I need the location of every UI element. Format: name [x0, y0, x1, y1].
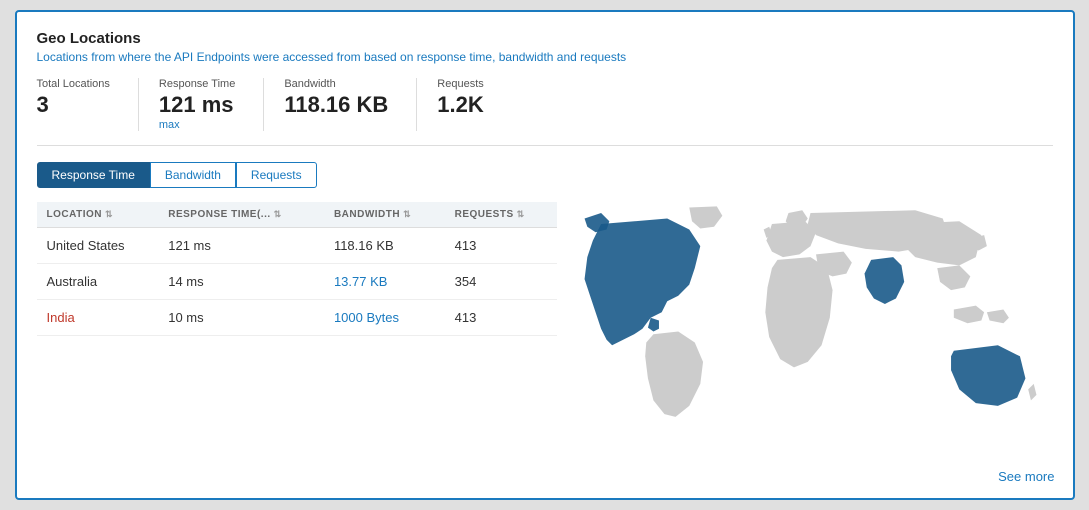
col-response-time[interactable]: RESPONSE TIME(... ⇅: [158, 202, 324, 228]
stat-requests-value: 1.2K: [437, 92, 483, 118]
content-area: LOCATION ⇅ RESPONSE TIME(... ⇅ BANDWIDTH…: [37, 202, 1053, 450]
cell-location: United States: [37, 228, 159, 264]
cell-location: Australia: [37, 264, 159, 300]
card-title: Geo Locations: [37, 30, 1053, 47]
stats-row: Total Locations 3 Response Time 121 ms m…: [37, 78, 1053, 146]
col-location[interactable]: LOCATION ⇅: [37, 202, 159, 228]
stat-bandwidth-label: Bandwidth: [284, 78, 388, 90]
stat-bandwidth-value: 118.16 KB: [284, 92, 388, 118]
cell-response-time: 121 ms: [158, 228, 324, 264]
tabs-row: Response Time Bandwidth Requests: [37, 162, 1053, 188]
stat-response-time-sub: max: [159, 119, 235, 131]
stat-response-time: Response Time 121 ms max: [159, 78, 264, 131]
cell-requests: 354: [445, 264, 557, 300]
cell-response-time: 10 ms: [158, 300, 324, 336]
col-requests[interactable]: REQUESTS ⇅: [445, 202, 557, 228]
cell-bandwidth[interactable]: 13.77 KB: [324, 264, 445, 300]
tab-response-time[interactable]: Response Time: [37, 162, 150, 188]
see-more-link[interactable]: See more: [998, 469, 1054, 484]
table-header-row: LOCATION ⇅ RESPONSE TIME(... ⇅ BANDWIDTH…: [37, 202, 557, 228]
cell-location[interactable]: India: [37, 300, 159, 336]
cell-bandwidth: 118.16 KB: [324, 228, 445, 264]
tab-bandwidth[interactable]: Bandwidth: [150, 162, 236, 188]
table-row: United States121 ms118.16 KB413: [37, 228, 557, 264]
stat-response-time-value: 121 ms: [159, 92, 235, 118]
tab-requests[interactable]: Requests: [236, 162, 317, 188]
stat-response-time-label: Response Time: [159, 78, 235, 90]
cell-requests: 413: [445, 300, 557, 336]
table-row: India10 ms1000 Bytes413: [37, 300, 557, 336]
map-area: [557, 202, 1053, 450]
col-bandwidth[interactable]: BANDWIDTH ⇅: [324, 202, 445, 228]
geo-locations-card: Geo Locations Locations from where the A…: [15, 10, 1075, 500]
stat-total-locations-value: 3: [37, 92, 110, 118]
locations-table: LOCATION ⇅ RESPONSE TIME(... ⇅ BANDWIDTH…: [37, 202, 557, 336]
table-area: LOCATION ⇅ RESPONSE TIME(... ⇅ BANDWIDTH…: [37, 202, 557, 450]
cell-bandwidth[interactable]: 1000 Bytes: [324, 300, 445, 336]
stat-bandwidth: Bandwidth 118.16 KB: [284, 78, 417, 131]
stat-total-locations: Total Locations 3: [37, 78, 139, 131]
cell-requests: 413: [445, 228, 557, 264]
cell-response-time: 14 ms: [158, 264, 324, 300]
card-subtitle: Locations from where the API Endpoints w…: [37, 50, 1053, 64]
stat-requests: Requests 1.2K: [437, 78, 511, 131]
stat-requests-label: Requests: [437, 78, 483, 90]
world-map: [557, 202, 1053, 450]
table-row: Australia14 ms13.77 KB354: [37, 264, 557, 300]
stat-total-locations-label: Total Locations: [37, 78, 110, 90]
